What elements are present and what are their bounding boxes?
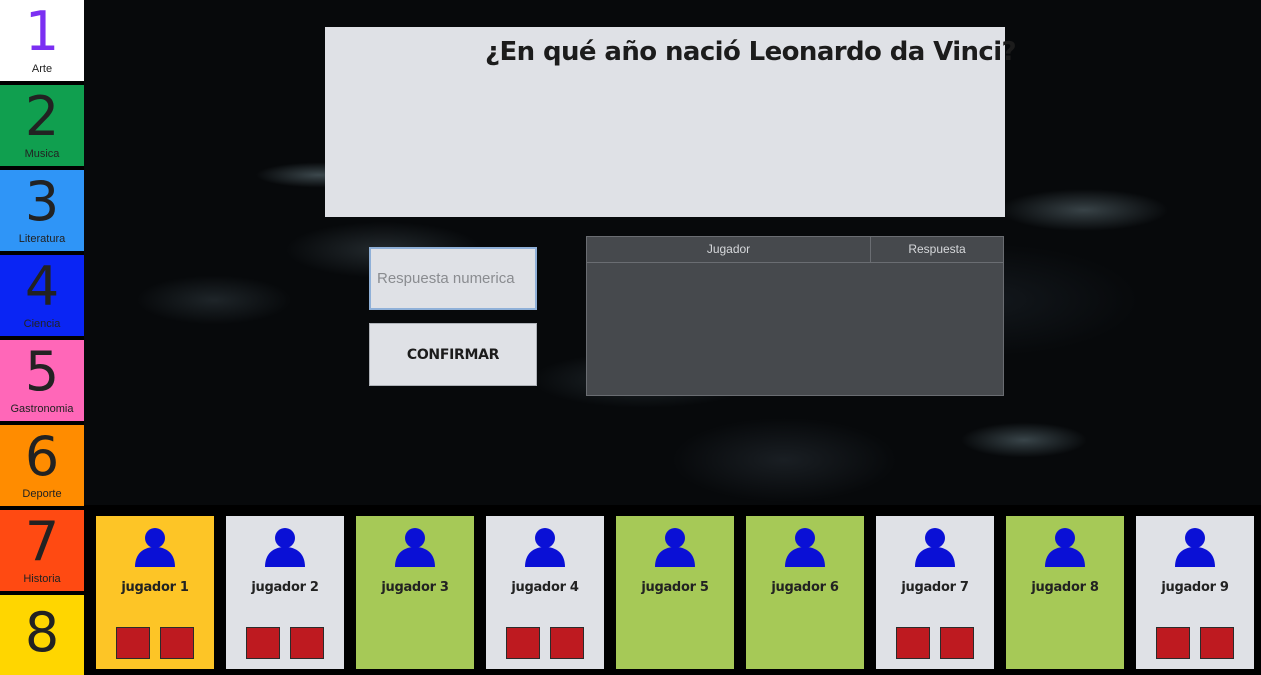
- category-number: 1: [24, 0, 60, 63]
- category-number: 8: [24, 601, 60, 664]
- category-5[interactable]: 5 Gastronomia: [0, 340, 84, 421]
- answer-input[interactable]: [369, 247, 537, 310]
- life-marker: [550, 627, 584, 659]
- category-4[interactable]: 4 Ciencia: [0, 255, 84, 336]
- category-number: 2: [24, 85, 60, 148]
- category-label: Gastronomia: [10, 403, 74, 415]
- player-card: jugador 2: [226, 516, 344, 669]
- life-marker: [116, 627, 150, 659]
- user-icon: [1175, 528, 1215, 567]
- life-marker: [290, 627, 324, 659]
- player-card: jugador 5: [616, 516, 734, 669]
- life-marker: [940, 627, 974, 659]
- life-marker: [1200, 627, 1234, 659]
- player-card: jugador 7: [876, 516, 994, 669]
- confirm-button[interactable]: CONFIRMAR: [369, 323, 537, 386]
- player-card: jugador 4: [486, 516, 604, 669]
- player-card: jugador 3: [356, 516, 474, 669]
- category-8[interactable]: 8: [0, 595, 84, 675]
- life-marker: [506, 627, 540, 659]
- category-7[interactable]: 7 Historia: [0, 510, 84, 591]
- user-icon: [785, 528, 825, 567]
- category-number: 4: [24, 255, 60, 318]
- user-icon: [135, 528, 175, 567]
- user-icon: [1045, 528, 1085, 567]
- category-6[interactable]: 6 Deporte: [0, 425, 84, 506]
- category-label: Musica: [24, 148, 60, 160]
- player-card: jugador 6: [746, 516, 864, 669]
- player-name: jugador 2: [251, 580, 319, 595]
- category-1[interactable]: 1 Arte: [0, 0, 84, 81]
- category-number: 6: [24, 425, 60, 488]
- players-bar: jugador 1 jugador 2 jugador 3 jugador 4 …: [84, 505, 1261, 675]
- player-name: jugador 1: [121, 580, 189, 595]
- category-label: Arte: [31, 63, 53, 75]
- user-icon: [525, 528, 565, 567]
- category-label: Ciencia: [23, 318, 61, 330]
- user-icon: [915, 528, 955, 567]
- column-header-jugador[interactable]: Jugador: [587, 237, 871, 262]
- category-number: 5: [24, 340, 60, 403]
- category-2[interactable]: 2 Musica: [0, 85, 84, 166]
- category-label: Deporte: [22, 488, 62, 500]
- category-3[interactable]: 3 Literatura: [0, 170, 84, 251]
- player-name: jugador 3: [381, 580, 449, 595]
- player-name: jugador 9: [1161, 580, 1229, 595]
- player-card: jugador 9: [1136, 516, 1254, 669]
- column-header-respuesta[interactable]: Respuesta: [871, 237, 1003, 262]
- question-panel: ¿En qué año nació Leonardo da Vinci?: [325, 27, 1017, 217]
- table-header: Jugador Respuesta: [587, 237, 1003, 263]
- life-marker: [1156, 627, 1190, 659]
- category-label: Historia: [23, 573, 61, 585]
- player-name: jugador 5: [641, 580, 709, 595]
- user-icon: [395, 528, 435, 567]
- life-marker: [246, 627, 280, 659]
- category-sidebar: 1 Arte 2 Musica 3 Literatura 4 Ciencia 5…: [0, 0, 84, 675]
- player-name: jugador 8: [1031, 580, 1099, 595]
- category-number: 3: [24, 170, 60, 233]
- category-number: 7: [24, 510, 60, 573]
- answers-table: Jugador Respuesta: [586, 236, 1004, 396]
- question-text: ¿En qué año nació Leonardo da Vinci?: [485, 37, 1017, 67]
- player-name: jugador 4: [511, 580, 579, 595]
- user-icon: [655, 528, 695, 567]
- player-card: jugador 1: [96, 516, 214, 669]
- user-icon: [265, 528, 305, 567]
- life-marker: [160, 627, 194, 659]
- category-label: Literatura: [18, 233, 66, 245]
- life-marker: [896, 627, 930, 659]
- player-card: jugador 8: [1006, 516, 1124, 669]
- player-name: jugador 6: [771, 580, 839, 595]
- player-name: jugador 7: [901, 580, 969, 595]
